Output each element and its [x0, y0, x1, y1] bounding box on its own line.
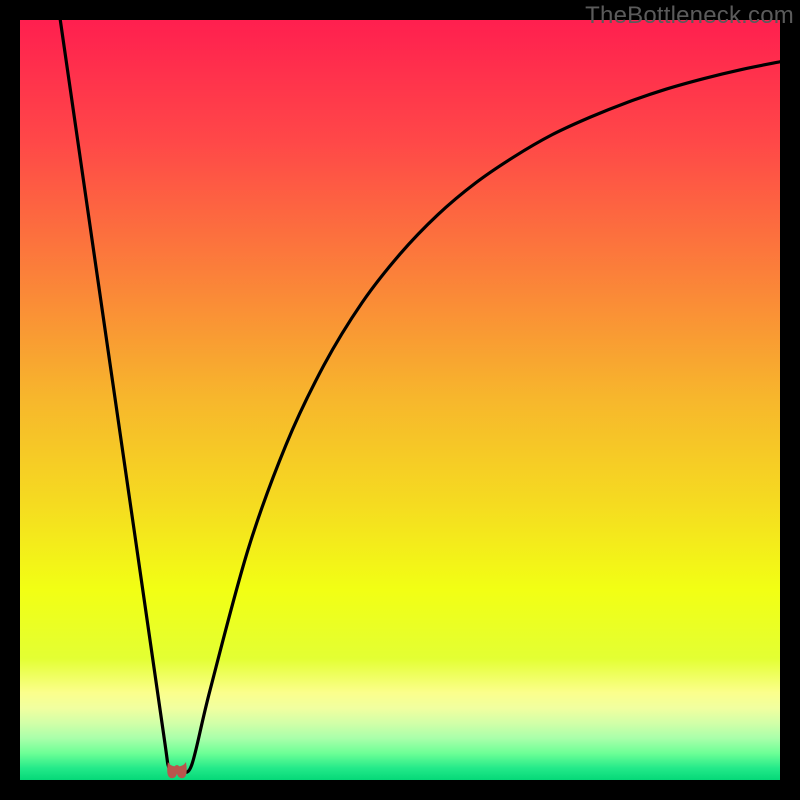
chart-svg	[20, 20, 780, 780]
watermark-text: TheBottleneck.com	[585, 2, 794, 30]
plot-area	[20, 20, 780, 780]
gradient-background	[20, 20, 780, 780]
chart-frame: TheBottleneck.com	[0, 0, 800, 800]
